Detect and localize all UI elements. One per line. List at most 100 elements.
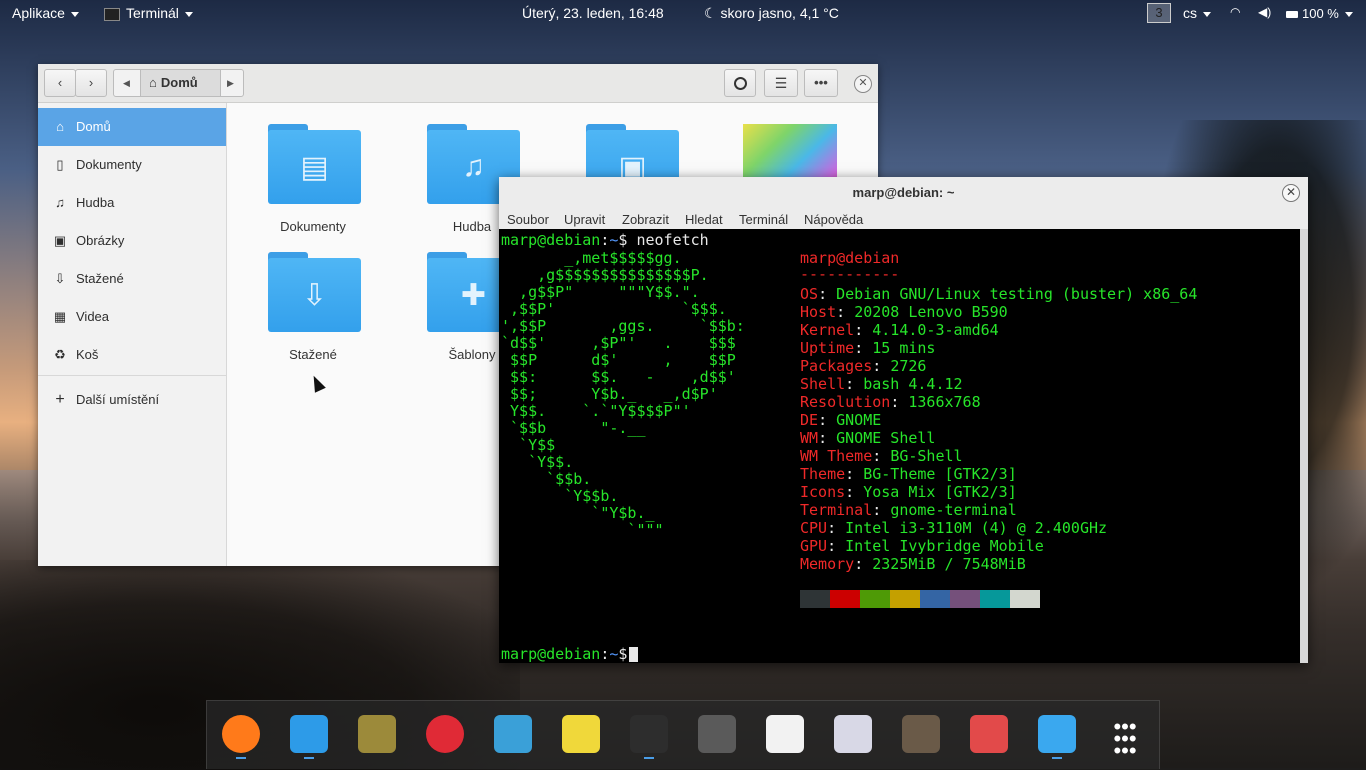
chevron-down-icon (70, 11, 79, 17)
volume-icon[interactable]: ◀) (1258, 5, 1271, 19)
menu-file[interactable]: Soubor (507, 212, 549, 227)
info-key: WM Theme (800, 447, 873, 465)
menu-view[interactable]: Zobrazit (622, 212, 669, 227)
logo-line: `Y$$. (501, 453, 574, 471)
menu-terminal[interactable]: Terminál (739, 212, 788, 227)
logo-line: ,$$P' `$$$. (501, 300, 727, 318)
close-button[interactable]: ✕ (854, 75, 872, 93)
logo-line: $$: $$. - ,d$$' (501, 368, 736, 386)
search-button[interactable] (724, 69, 756, 97)
installer-icon[interactable] (834, 715, 872, 753)
info-row: DE: GNOME (800, 411, 882, 429)
folder-label: Dokumenty (280, 219, 346, 234)
workspace-indicator[interactable]: 3 (1147, 3, 1171, 23)
gimp-icon[interactable] (358, 715, 396, 753)
keyboard-layout[interactable]: cs (1183, 5, 1211, 21)
info-value: gnome-terminal (890, 501, 1017, 519)
sidebar-item-pictures[interactable]: ▣ Obrázky (38, 222, 226, 260)
mail-icon[interactable] (290, 715, 328, 753)
applications-menu[interactable]: Aplikace (12, 5, 79, 21)
logo-line: `""" (501, 521, 664, 539)
prompt-user: marp@debian (501, 231, 601, 249)
sidebar-item-trash[interactable]: ♻ Koš (38, 336, 226, 374)
chevron-left-icon: ‹ (57, 75, 63, 90)
path-home-label: Domů (160, 75, 198, 90)
close-button[interactable]: ✕ (1282, 184, 1300, 202)
running-indicator (1052, 757, 1062, 759)
info-row: Resolution: 1366x768 (800, 393, 981, 411)
mouse-cursor-icon (308, 373, 326, 393)
path-left-arrow[interactable]: ◀ (123, 70, 130, 96)
maps-icon[interactable] (494, 715, 532, 753)
folder-icon: ▤ (268, 124, 361, 204)
applications-menu-label: Aplikace (12, 5, 65, 21)
settings-icon[interactable] (698, 715, 736, 753)
palette-swatch (830, 590, 860, 608)
sidebar-item-label: Videa (76, 309, 110, 324)
software-icon[interactable] (766, 715, 804, 753)
terminal-app-icon (104, 7, 120, 21)
menu-help[interactable]: Nápověda (804, 212, 863, 227)
folder-icon: ⇩ (268, 252, 361, 332)
info-key: Icons (800, 483, 846, 501)
info-row: WM Theme: BG-Shell (800, 447, 963, 465)
back-button[interactable]: ‹ (44, 69, 76, 97)
info-row: Uptime: 15 mins (800, 339, 936, 357)
files-icon[interactable] (1038, 715, 1076, 753)
sidebar-item-label: Obrázky (76, 233, 125, 248)
system-menu[interactable]: 100 % (1286, 5, 1353, 21)
active-app-label: Terminál (126, 5, 179, 21)
info-key: Memory (800, 555, 855, 573)
sidebar-item-downloads[interactable]: ⇩ Stažené (38, 260, 226, 298)
terminal-scrollbar[interactable] (1300, 229, 1308, 663)
menu-search[interactable]: Hledat (685, 212, 723, 227)
chevron-right-icon: › (88, 75, 94, 90)
terminal-icon[interactable] (630, 715, 668, 753)
view-list-button[interactable]: ☰ (764, 69, 798, 97)
path-right-arrow[interactable]: ▶ (227, 70, 234, 96)
document-icon: ▯ (56, 157, 64, 172)
clock[interactable]: Úterý, 23. leden, 16:48 (522, 5, 664, 21)
sidebar-item-music[interactable]: ♫ Hudba (38, 184, 226, 222)
wifi-icon[interactable]: ◠ (1230, 5, 1240, 19)
sidebar-item-documents[interactable]: ▯ Dokumenty (38, 146, 226, 184)
info-row: Icons: Yosa Mix [GTK2/3] (800, 483, 1017, 501)
terminal-output[interactable]: marp@debian:~$ neofetch _,met$$$$$gg. ,g… (499, 229, 1300, 663)
palette-swatch (950, 590, 980, 608)
sidebar-item-videos[interactable]: ▦ Videa (38, 298, 226, 336)
dock: ••• ••• ••• (206, 700, 1160, 769)
sidebar-item-label: Koš (76, 347, 99, 362)
list-icon: ☰ (774, 75, 788, 91)
info-key: Uptime (800, 339, 855, 357)
screenshot-icon[interactable] (970, 715, 1008, 753)
menu-edit[interactable]: Upravit (564, 212, 605, 227)
info-row: GPU: Intel Ivybridge Mobile (800, 537, 1044, 555)
search-icon (733, 77, 747, 91)
info-value: bash 4.4.12 (863, 375, 963, 393)
music-icon[interactable] (426, 715, 464, 753)
logo-line: `d$$' ,$P"' . $$$ (501, 334, 736, 352)
sidebar-item-label: Hudba (76, 195, 115, 210)
logo-line: ',$$P ,ggs. `$$b: (501, 317, 745, 335)
info-row: WM: GNOME Shell (800, 429, 936, 447)
menu-button[interactable]: ••• (804, 69, 838, 97)
files-headerbar: ‹ › ◀ ⌂ Domů ▶ ☰ ••• ✕ (38, 64, 878, 103)
info-value: GNOME Shell (836, 429, 936, 447)
sidebar-item-other-locations[interactable]: + Další umístění (38, 381, 226, 419)
app-grid-icon[interactable]: ••• ••• ••• (1106, 715, 1144, 762)
info-value: 20208 Lenovo B590 (854, 303, 1008, 321)
forward-button[interactable]: › (75, 69, 107, 97)
running-indicator (236, 757, 246, 759)
battery-icon (1286, 10, 1298, 18)
calculator-icon[interactable] (902, 715, 940, 753)
palette-swatch (920, 590, 950, 608)
text-editor-icon[interactable] (562, 715, 600, 753)
active-app-menu[interactable]: Terminál (104, 5, 193, 21)
neofetch-underline: ----------- (800, 265, 900, 283)
info-row: Kernel: 4.14.0-3-amd64 (800, 321, 999, 339)
info-key: DE (800, 411, 819, 429)
path-home-button[interactable]: ⌂ Domů (140, 70, 221, 96)
sidebar-item-home[interactable]: ⌂ Domů (38, 108, 226, 146)
firefox-icon[interactable] (222, 715, 260, 753)
weather-indicator[interactable]: ☾ skoro jasno, 4,1 °C (704, 5, 839, 22)
